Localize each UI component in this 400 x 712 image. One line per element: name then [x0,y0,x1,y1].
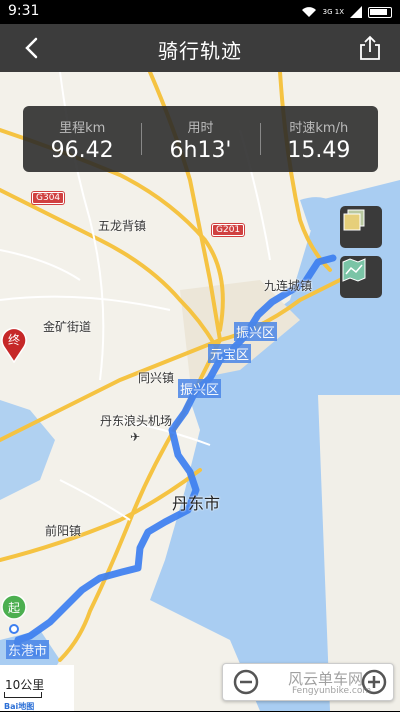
district-yuanbao: 元宝区 [208,344,252,363]
stat-distance: 里程km 96.42 [23,106,141,172]
wifi-icon [301,7,316,17]
layers-icon [343,209,365,231]
place-jinkuang: 金矿街道 [43,320,92,334]
end-marker-label: 终 [8,332,20,347]
status-bar: 9:31 3G 1X [0,0,400,24]
stat-duration: 用时 6h13' [141,106,259,172]
zoom-out-icon[interactable] [231,667,261,697]
map-scale-bar [4,692,42,698]
battery-icon [368,6,392,18]
place-tongxing: 同兴镇 [138,371,175,385]
place-donggang: 东港市 [6,640,50,659]
place-jiulian: 九连城镇 [264,279,313,293]
status-time: 9:31 [8,3,40,19]
signal-icon [350,6,362,18]
stat-duration-value: 6h13' [169,138,232,163]
airport-icon: ✈ [130,430,141,444]
ride-stats-panel: 里程km 96.42 用时 6h13' 时速km/h 15.49 [23,106,378,172]
road-g304: G304 [32,192,65,204]
start-marker-label: 起 [8,601,20,615]
place-dandong: 丹东市 [172,494,221,513]
stat-duration-label: 用时 [187,121,214,136]
stat-speed: 时速km/h 15.49 [259,106,378,172]
start-marker-icon[interactable]: 起 [0,594,28,634]
stat-distance-label: 里程km [59,121,106,136]
stat-speed-value: 15.49 [287,138,351,163]
map-scale-label: 10公里 [5,678,45,692]
nav-bar: 骑行轨迹 [0,24,400,72]
stat-speed-label: 时速km/h [289,121,349,136]
district-zhenxing-top: 振兴区 [234,322,278,341]
watermark-url: Fengyunbike.com [292,686,372,696]
network-label: 3G 1X [322,7,344,16]
baidu-logo: Bai地图 [4,702,35,711]
road-g201: G201 [212,224,245,236]
place-airport: 丹东浪头机场 [100,414,173,428]
share-icon[interactable] [356,34,384,62]
page-title: 骑行轨迹 [158,39,242,63]
status-icons: 3G 1X [301,4,392,20]
stat-distance-value: 96.42 [50,138,114,163]
layer-switch-button[interactable] [340,206,382,248]
end-marker-icon[interactable]: 终 [0,327,28,363]
district-zhenxing: 振兴区 [178,379,222,398]
place-wulongbei: 五龙背镇 [98,219,147,233]
map-icon [342,258,366,282]
place-qianyang: 前阳镇 [45,524,82,538]
map-mode-button[interactable] [340,256,382,298]
